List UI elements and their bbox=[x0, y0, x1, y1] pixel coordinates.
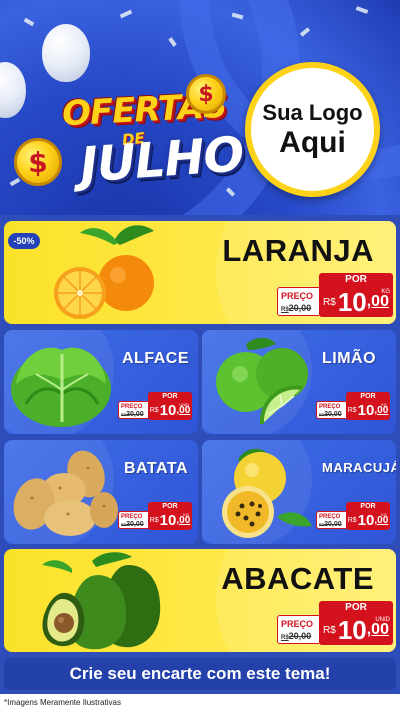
orange-icon bbox=[54, 225, 154, 319]
product-card-alface[interactable]: ALFACE POR PREÇO R$20,00 R$ 10,00 UNID bbox=[4, 330, 198, 434]
current-price: R$ 10,00 KG bbox=[319, 287, 393, 317]
preco-label: PREÇO bbox=[281, 291, 314, 301]
discount-badge: -50% bbox=[8, 233, 40, 249]
balloon-icon bbox=[42, 24, 90, 82]
old-price: R$20,00 bbox=[121, 411, 144, 418]
preco-label: PREÇO bbox=[121, 404, 143, 410]
product-card-maracuja[interactable]: MARACUJÁ POR PREÇO R$20,00 R$ 10,00 KG bbox=[202, 440, 396, 544]
product-name: MARACUJÁ bbox=[322, 460, 396, 475]
old-price-box: PREÇO R$20,00 bbox=[118, 401, 148, 419]
coin-icon: $ bbox=[14, 138, 62, 186]
product-name: LIMÃO bbox=[322, 350, 377, 367]
old-price: R$20,00 bbox=[121, 521, 144, 528]
preco-label: PREÇO bbox=[319, 404, 341, 410]
coin-icon: $ bbox=[186, 74, 226, 114]
product-name: LARANJA bbox=[222, 233, 374, 268]
por-label: POR bbox=[148, 502, 192, 511]
old-price: R$20,00 bbox=[319, 411, 342, 418]
product-name: ALFACE bbox=[122, 350, 189, 367]
current-price: R$ 10,00 KG bbox=[346, 401, 390, 420]
current-price: R$ 10,00 UNID bbox=[319, 615, 393, 645]
price-tag: POR PREÇO R$20,00 R$ 10,00 KG bbox=[277, 273, 393, 319]
offer-title: OFERTAS DE JULHO $ $ bbox=[14, 74, 245, 198]
unit-label: UNID bbox=[375, 617, 390, 623]
avocado-icon bbox=[42, 552, 161, 650]
old-price-box: PREÇO R$20,00 bbox=[118, 511, 148, 529]
preco-label: PREÇO bbox=[319, 514, 341, 520]
por-label: POR bbox=[346, 392, 390, 401]
title-julho: JULHO bbox=[78, 126, 246, 194]
product-card-abacate[interactable]: ABACATE POR PREÇO R$20,00 R$ 10,00 UNID bbox=[4, 549, 396, 652]
cta-banner[interactable]: Crie seu encarte com este tema! bbox=[4, 658, 396, 690]
lettuce-icon bbox=[11, 347, 111, 427]
current-price: R$ 10,00 KG bbox=[346, 511, 390, 530]
potato-icon bbox=[13, 450, 118, 536]
product-name: ABACATE bbox=[221, 561, 374, 596]
old-price: R$20,00 bbox=[281, 303, 312, 313]
current-price: R$ 10,00 UNID bbox=[148, 401, 192, 420]
price-tag: POR PREÇO R$20,00 R$ 10,00 KG bbox=[316, 502, 390, 530]
preco-label: PREÇO bbox=[121, 514, 143, 520]
passion-fruit-icon bbox=[222, 448, 312, 538]
unit-label: KG bbox=[183, 512, 189, 517]
lime-icon bbox=[216, 337, 308, 425]
price-tag: POR PREÇO R$20,00 R$ 10,00 KG bbox=[118, 502, 192, 530]
por-label: POR bbox=[346, 502, 390, 511]
price-tag: POR PREÇO R$20,00 R$ 10,00 UNID bbox=[277, 601, 393, 647]
old-price-box: PREÇO R$20,00 bbox=[277, 287, 319, 316]
old-price-box: PREÇO R$20,00 bbox=[316, 401, 346, 419]
old-price: R$20,00 bbox=[281, 631, 312, 641]
product-name: BATATA bbox=[124, 460, 189, 477]
logo-text-line1: Sua Logo bbox=[262, 99, 363, 125]
logo-placeholder[interactable]: Sua Logo Aqui bbox=[245, 62, 380, 197]
price-tag: POR PREÇO R$20,00 R$ 10,00 UNID bbox=[118, 392, 192, 420]
por-label: POR bbox=[319, 601, 393, 615]
price-tag: POR PREÇO R$20,00 R$ 10,00 KG bbox=[316, 392, 390, 420]
product-card-laranja[interactable]: LARANJA POR PREÇO R$20,00 R$ 10,00 KG bbox=[4, 221, 396, 324]
unit-label: KG bbox=[381, 289, 390, 295]
header-banner: OFERTAS DE JULHO $ $ Sua Logo Aqui bbox=[0, 0, 400, 215]
old-price-box: PREÇO R$20,00 bbox=[316, 511, 346, 529]
product-card-batata[interactable]: BATATA POR PREÇO R$20,00 R$ 10,00 KG bbox=[4, 440, 198, 544]
unit-label: UNID bbox=[179, 402, 189, 407]
unit-label: KG bbox=[381, 512, 387, 517]
por-label: POR bbox=[319, 273, 393, 287]
old-price: R$20,00 bbox=[319, 521, 342, 528]
product-card-limao[interactable]: LIMÃO POR PREÇO R$20,00 R$ 10,00 KG bbox=[202, 330, 396, 434]
por-label: POR bbox=[148, 392, 192, 401]
preco-label: PREÇO bbox=[281, 619, 314, 629]
disclaimer-text: *Imagens Meramente Ilustrativas bbox=[0, 694, 400, 711]
current-price: R$ 10,00 KG bbox=[148, 511, 192, 530]
logo-text-line2: Aqui bbox=[279, 125, 346, 159]
old-price-box: PREÇO R$20,00 bbox=[277, 615, 319, 644]
unit-label: KG bbox=[381, 402, 387, 407]
